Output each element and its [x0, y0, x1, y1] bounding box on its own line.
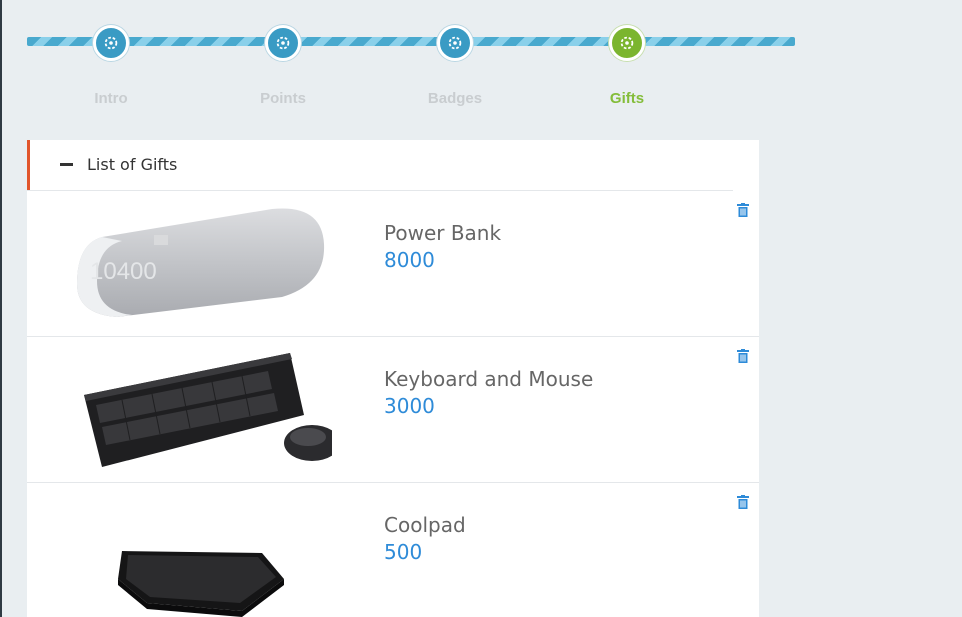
step-label-points[interactable]: Points	[223, 90, 343, 107]
gifts-panel: List of Gifts 10400 Power Bank 8000 Keyb…	[27, 140, 759, 617]
trash-icon[interactable]	[737, 203, 749, 217]
gift-item: Keyboard and Mouse 3000	[27, 337, 759, 483]
gear-icon	[609, 25, 645, 61]
progress-stepper: Intro Points Badges Gifts	[0, 0, 962, 130]
step-label-gifts[interactable]: Gifts	[567, 90, 687, 107]
stepper-track	[27, 37, 795, 46]
step-badges[interactable]	[437, 25, 473, 61]
step-gifts[interactable]	[609, 25, 645, 61]
panel-header[interactable]: List of Gifts	[27, 140, 733, 191]
svg-text:10400: 10400	[90, 258, 157, 285]
gift-points: 8000	[384, 248, 435, 272]
step-intro[interactable]	[93, 25, 129, 61]
coolpad-image	[118, 551, 284, 617]
minus-icon[interactable]	[60, 163, 73, 166]
gift-name: Power Bank	[384, 221, 502, 245]
trash-icon[interactable]	[737, 349, 749, 363]
keyboard-mouse-image	[84, 353, 332, 467]
power-bank-image: 10400	[77, 208, 325, 317]
gear-icon	[93, 25, 129, 61]
step-label-badges[interactable]: Badges	[395, 90, 515, 107]
gear-icon	[265, 25, 301, 61]
step-points[interactable]	[265, 25, 301, 61]
step-label-intro[interactable]: Intro	[51, 90, 171, 107]
gear-icon	[437, 25, 473, 61]
gift-item: 10400 Power Bank 8000	[27, 191, 759, 337]
gift-name: Keyboard and Mouse	[384, 367, 594, 391]
trash-icon[interactable]	[737, 495, 749, 509]
gift-points: 500	[384, 540, 423, 564]
gift-points: 3000	[384, 394, 435, 418]
gift-item: Coolpad 500	[27, 483, 759, 617]
panel-title: List of Gifts	[87, 155, 178, 174]
gift-name: Coolpad	[384, 513, 466, 537]
